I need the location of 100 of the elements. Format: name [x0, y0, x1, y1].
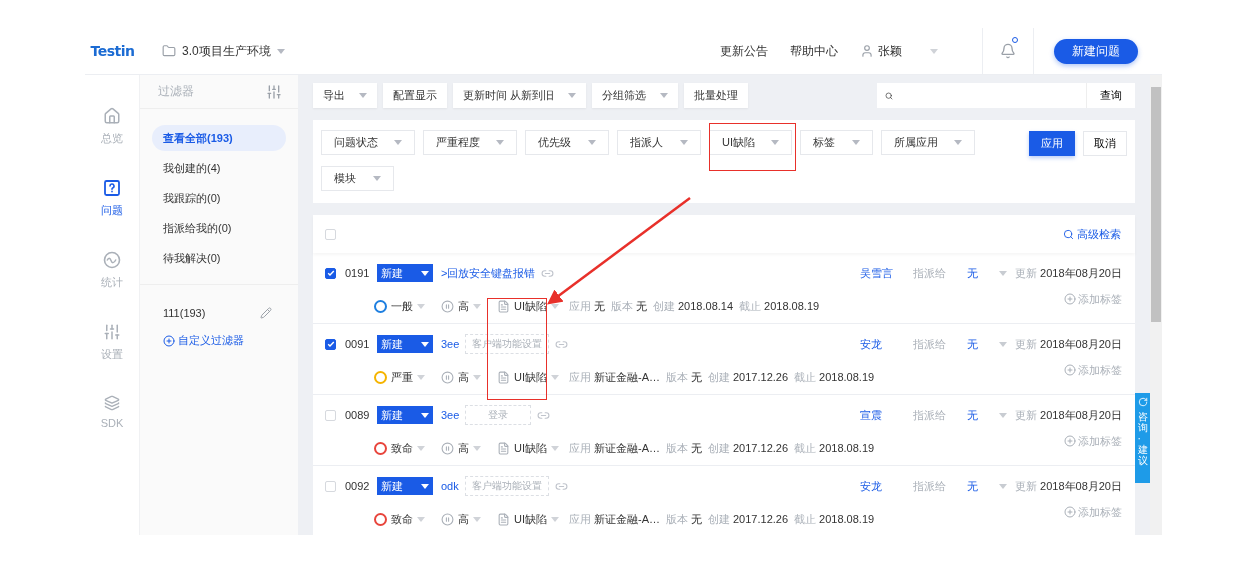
status-select[interactable]: 新建	[377, 406, 433, 424]
issue-title[interactable]: >回放安全键盘报错	[441, 265, 536, 281]
created-date: 2018.08.14	[678, 300, 734, 312]
nav-item[interactable]: 问题	[101, 179, 123, 219]
severity-select[interactable]: 致命	[374, 440, 425, 456]
issue-title[interactable]: 3ee	[441, 409, 460, 421]
defect-type-select[interactable]: UI缺陷	[497, 511, 559, 527]
pause-circle-icon	[441, 370, 454, 384]
refresh-icon	[1137, 397, 1148, 407]
issue-id: 0191	[345, 267, 371, 279]
toolbar-button[interactable]: 更新时间 从新到旧	[453, 83, 587, 108]
filter-item[interactable]: 查看全部(193)	[152, 125, 286, 151]
user-icon	[860, 44, 874, 58]
wave-circle-icon	[103, 251, 121, 269]
status-select[interactable]: 新建	[377, 264, 433, 282]
assignee[interactable]: 安龙	[860, 336, 914, 352]
caret-icon[interactable]	[999, 412, 1008, 418]
module-tag: 登录	[465, 405, 532, 425]
version-label: 版本	[611, 298, 633, 314]
filter-dropdown[interactable]: UI缺陷	[709, 130, 792, 155]
edit-icon[interactable]	[260, 307, 272, 319]
update-date: 2018年08月20日	[1040, 336, 1122, 352]
status-select[interactable]: 新建	[377, 335, 433, 353]
severity-select[interactable]: 一般	[374, 298, 425, 314]
filter-dropdown[interactable]: 标签	[800, 130, 873, 155]
header-link[interactable]: 帮助中心	[790, 42, 838, 60]
issue-title[interactable]: odk	[441, 480, 459, 492]
priority-select[interactable]: 高	[441, 440, 481, 456]
filter-dropdown[interactable]: 指派人	[617, 130, 701, 155]
filter-item[interactable]: 我跟踪的(0)	[152, 185, 286, 211]
bell-icon[interactable]	[1000, 43, 1016, 59]
project-selector[interactable]: 3.0项目生产环境	[162, 42, 285, 60]
severity-select[interactable]: 严重	[374, 369, 425, 385]
filter-item[interactable]: 待我解决(0)	[152, 245, 286, 271]
priority-select[interactable]: 高	[441, 298, 481, 314]
toolbar-button[interactable]: 配置显示	[383, 83, 447, 108]
caret-icon[interactable]	[999, 483, 1008, 489]
issue-title[interactable]: 3ee	[441, 338, 460, 350]
priority-select[interactable]: 高	[441, 511, 481, 527]
user-name[interactable]: 张颖	[878, 42, 902, 60]
select-all-checkbox[interactable]	[325, 228, 336, 240]
assign-value[interactable]: 无	[967, 478, 1000, 494]
app-value: 无	[594, 298, 605, 314]
created-date: 2017.12.26	[733, 513, 789, 525]
filter-dropdown[interactable]: 所属应用	[881, 130, 975, 155]
assignee[interactable]: 宣震	[860, 407, 914, 423]
issue-id: 0091	[345, 338, 371, 350]
document-icon	[497, 299, 510, 313]
assign-value[interactable]: 无	[967, 336, 1000, 352]
toolbar-button[interactable]: 分组筛选	[592, 83, 679, 108]
toolbar-button[interactable]: 导出	[313, 83, 377, 108]
plus-circle-icon	[1064, 435, 1076, 447]
document-icon	[497, 512, 510, 526]
filter-dropdown[interactable]: 模块	[321, 166, 394, 191]
caret-icon[interactable]	[999, 270, 1008, 276]
search-icon	[1063, 228, 1074, 240]
defect-type-select[interactable]: UI缺陷	[497, 369, 559, 385]
defect-type-select[interactable]: UI缺陷	[497, 298, 559, 314]
filter-dropdown[interactable]: 问题状态	[321, 130, 415, 155]
row-checkbox[interactable]	[325, 267, 336, 279]
version-value: 无	[691, 511, 702, 527]
defect-type-select[interactable]: UI缺陷	[497, 440, 559, 456]
scrollbar[interactable]	[1150, 75, 1162, 535]
filter-dropdown[interactable]: 优先级	[525, 130, 609, 155]
version-label: 版本	[666, 440, 688, 456]
assignee[interactable]: 安龙	[860, 478, 914, 494]
new-issue-button[interactable]: 新建问题	[1054, 38, 1138, 64]
severity-select[interactable]: 致命	[374, 511, 425, 527]
plus-circle-icon	[1064, 506, 1076, 518]
sliders-icon[interactable]	[266, 83, 282, 100]
update-date: 2018年08月20日	[1040, 478, 1122, 494]
due-label: 截止	[794, 440, 817, 456]
search-field[interactable]: 查询	[877, 83, 1135, 108]
assign-label: 指派给	[913, 265, 948, 281]
created-label: 创建	[708, 369, 730, 385]
apply-button[interactable]: 应用	[1029, 131, 1075, 156]
created-label: 创建	[708, 511, 730, 527]
filter-dropdown[interactable]: 严重程度	[423, 130, 517, 155]
advanced-search-link[interactable]: 高级检索	[1063, 226, 1121, 242]
saved-filter[interactable]: 111(193)	[163, 307, 206, 319]
cancel-button[interactable]: 取消	[1083, 131, 1127, 156]
caret-icon[interactable]	[999, 341, 1008, 347]
assign-value[interactable]: 无	[967, 407, 1000, 423]
logo[interactable]: Testin	[85, 43, 140, 59]
toolbar-button[interactable]: 批量处理	[684, 83, 749, 108]
header-link[interactable]: 更新公告	[720, 42, 768, 60]
status-select[interactable]: 新建	[377, 477, 433, 495]
filter-item[interactable]: 我创建的(4)	[152, 155, 286, 181]
version-value: 无	[691, 440, 702, 456]
caret-icon[interactable]	[930, 48, 938, 54]
document-icon	[497, 370, 510, 384]
priority-select[interactable]: 高	[441, 369, 481, 385]
assignee[interactable]: 吴雪言	[860, 265, 914, 281]
assign-value[interactable]: 无	[967, 265, 1000, 281]
row-checkbox[interactable]	[325, 338, 336, 350]
filter-item[interactable]: 指派给我的(0)	[152, 215, 286, 241]
created-label: 创建	[708, 440, 730, 456]
assign-label: 指派给	[913, 478, 948, 494]
update-date: 2018年08月20日	[1040, 407, 1122, 423]
custom-filter-link[interactable]: 自定义过滤器	[163, 333, 272, 348]
